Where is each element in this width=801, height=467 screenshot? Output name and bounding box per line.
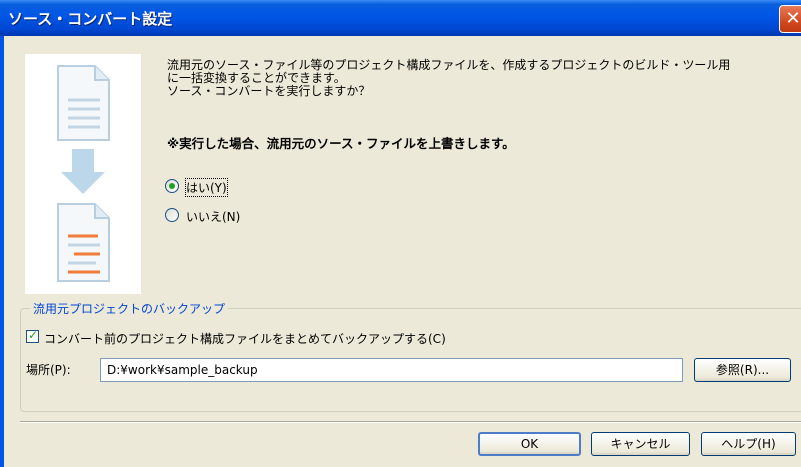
yes-radio[interactable] xyxy=(165,179,179,193)
help-button[interactable]: ヘルプ(H) xyxy=(701,432,796,456)
dialog-title: ソース・コンバート設定 xyxy=(8,10,173,28)
radio-selected-dot xyxy=(169,183,175,189)
converted-document-icon xyxy=(57,203,110,282)
dialog-window: ソース・コンバート設定 ✕ 流用元のソース・ファイル等のプロジェクト構成ファイル… xyxy=(0,0,801,467)
ok-button[interactable]: OK xyxy=(478,432,581,456)
window-border-left xyxy=(0,36,4,467)
location-input[interactable] xyxy=(100,358,683,382)
location-label: 場所(P): xyxy=(26,363,71,377)
separator-line xyxy=(20,421,801,423)
backup-group-title: 流用元プロジェクトのバックアップ xyxy=(30,300,229,317)
no-radio[interactable] xyxy=(165,208,179,222)
message-line-3: ソース・コンバートを実行しますか？ xyxy=(167,84,371,98)
title-bar[interactable]: ソース・コンバート設定 ✕ xyxy=(0,0,801,36)
backup-checkbox[interactable]: ✓ xyxy=(26,328,39,343)
check-mark-icon: ✓ xyxy=(28,328,39,342)
close-button[interactable]: ✕ xyxy=(779,5,801,33)
illustration-panel xyxy=(25,54,141,294)
browse-button[interactable]: 参照(R)... xyxy=(694,358,791,382)
backup-checkbox-label[interactable]: コンバート前のプロジェクト構成ファイルをまとめてバックアップする(C) xyxy=(44,330,446,347)
no-radio-label[interactable]: いいえ(N) xyxy=(186,208,240,225)
cancel-button[interactable]: キャンセル xyxy=(591,432,690,456)
yes-radio-label[interactable]: はい(Y) xyxy=(185,178,228,197)
document-icon xyxy=(57,65,110,141)
overwrite-warning: ※実行した場合、流用元のソース・ファイルを上書きします。 xyxy=(167,136,515,151)
arrow-down-icon xyxy=(61,149,105,194)
